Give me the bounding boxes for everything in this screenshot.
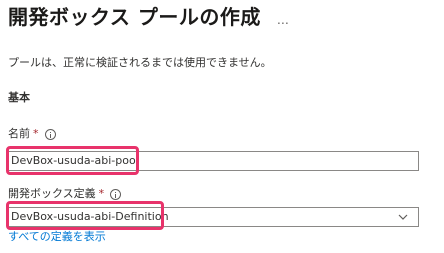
- required-marker: *: [98, 187, 105, 200]
- view-all-definitions-link[interactable]: すべての定義を表示: [8, 230, 106, 244]
- chevron-down-icon: [398, 214, 408, 220]
- page-title: 開発ボックス プールの作成: [8, 5, 261, 29]
- create-devbox-pool-page: 開発ボックス プールの作成 … プールは、正常に検証されるまでは使用できません。…: [0, 0, 444, 253]
- more-options-button[interactable]: …: [277, 14, 290, 26]
- definition-highlight-box: [6, 201, 164, 230]
- info-icon[interactable]: [110, 188, 122, 200]
- name-label-text: 名前: [8, 127, 30, 140]
- definition-label-text: 開発ボックス定義: [8, 187, 96, 200]
- section-title-basics: 基本: [8, 91, 30, 104]
- title-row: 開発ボックス プールの作成 …: [8, 2, 290, 32]
- page-description: プールは、正常に検証されるまでは使用できません。: [8, 56, 272, 69]
- info-icon[interactable]: [44, 128, 56, 140]
- definition-label: 開発ボックス定義 *: [8, 187, 122, 201]
- required-marker: *: [33, 127, 39, 140]
- name-highlight-box: [6, 146, 139, 175]
- name-label: 名前 *: [8, 127, 56, 141]
